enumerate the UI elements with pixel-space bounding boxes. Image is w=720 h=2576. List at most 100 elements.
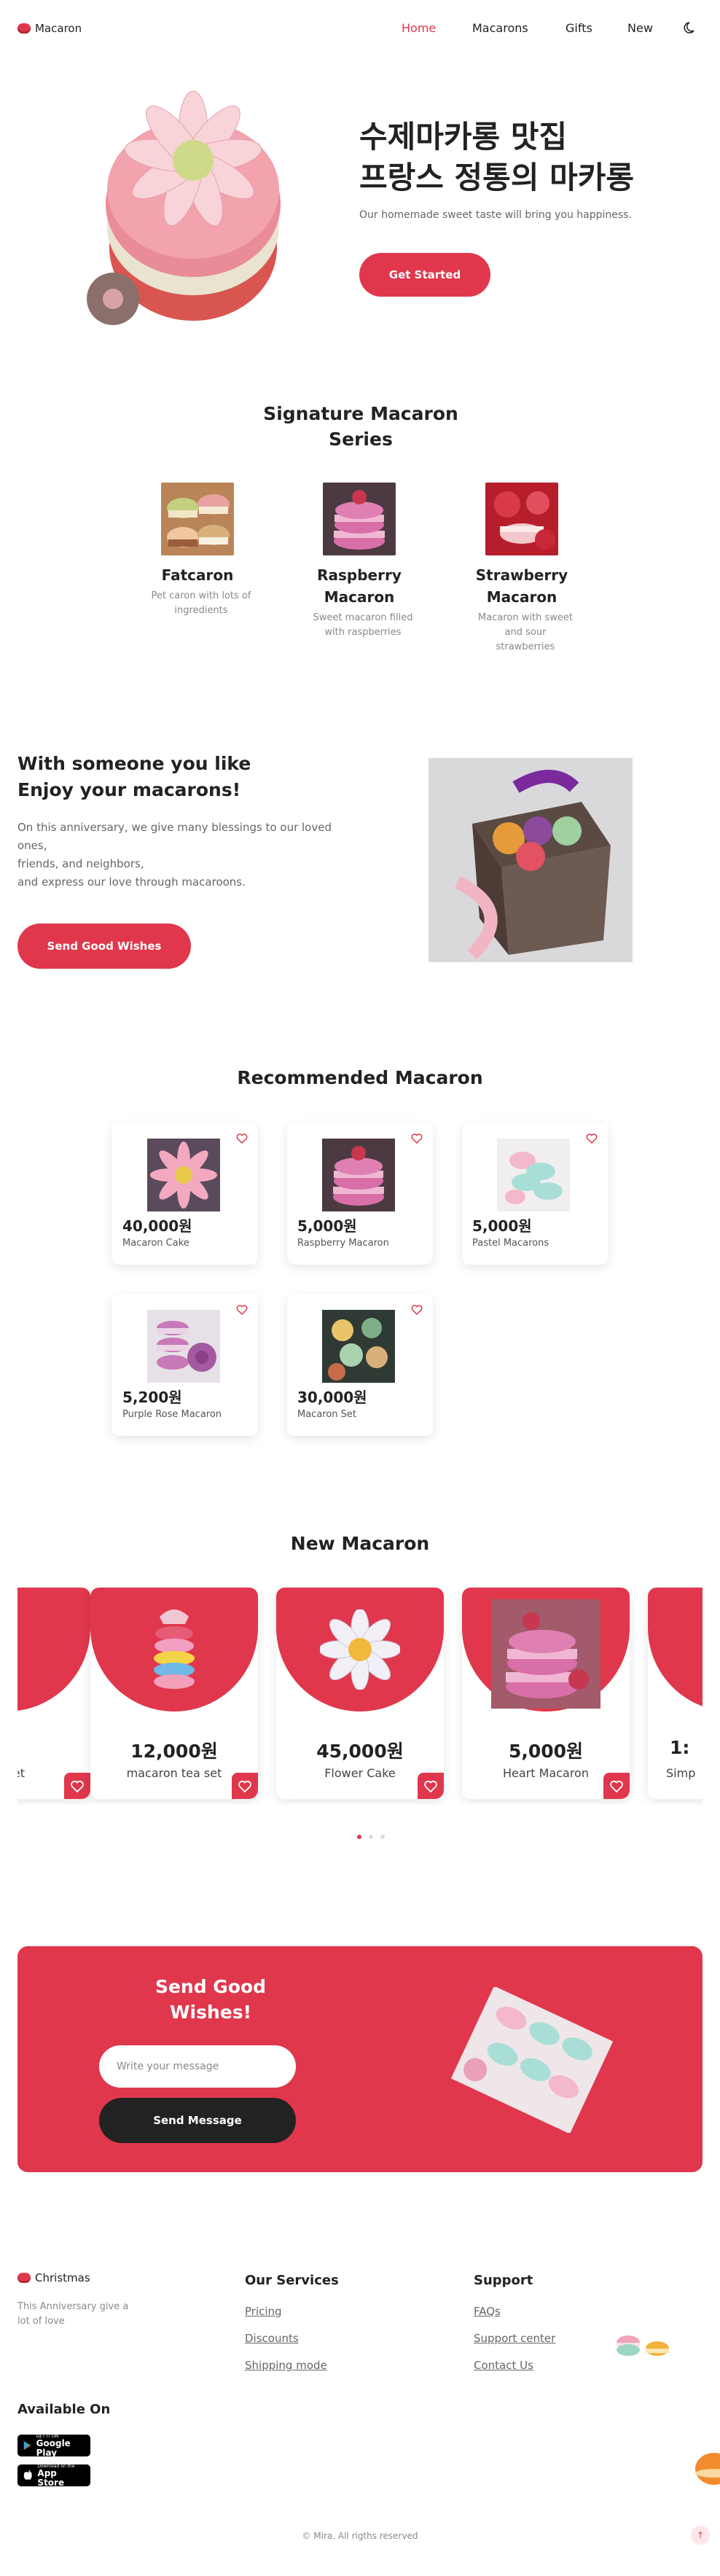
heart-icon[interactable] [411,1304,423,1316]
new-macaron-title: New Macaron [290,1533,430,1554]
product-card[interactable]: 40,000원 Macaron Cake [112,1123,258,1265]
card-accent [17,1588,90,1712]
signature-item-desc: Macaron with sweet and sour strawberries [478,612,573,652]
product-price: 40,000원 [122,1217,192,1235]
heart-icon[interactable] [232,1773,258,1799]
newsletter-title-line-1: Send Good [154,1976,267,1997]
wishes-title-line-2: Enjoy your macarons! [17,779,241,800]
moon-icon[interactable] [684,20,698,35]
app-store-label: App Store [37,2467,65,2488]
signature-item-name: Raspberry Macaron [317,566,402,606]
scroll-up-icon[interactable]: ↑ [691,2526,710,2545]
signature-item-desc: Pet caron with lots of ingredients [151,590,251,616]
signature-item[interactable]: Fatcaron Pet caron with lots of ingredie… [150,483,251,618]
signature-title: Signature Macaron Series [263,403,458,450]
new-product-card[interactable]: 1: Simp [648,1588,703,1799]
wishes-title-line-1: With someone you like [17,753,251,774]
strawberry-macaron-image [485,483,558,555]
macaron-cake-image [147,1139,220,1211]
nav-home[interactable]: Home [402,21,436,35]
copyright: © Mira. All rigths reserved [302,2531,418,2541]
heart-icon[interactable] [411,1133,423,1144]
heart-icon[interactable] [236,1304,248,1316]
footer-link-faqs[interactable]: FAQs [474,2305,501,2318]
new-product-name: Simp [666,1766,696,1780]
signature-item-name: Fatcaron [161,566,234,584]
available-on-title: Available On [17,2402,111,2417]
macaron-tea-set-image [154,1609,195,1689]
pagination-dot-active[interactable] [357,1835,361,1839]
footer-link-support-center[interactable]: Support center [474,2332,555,2345]
signature-item[interactable]: Strawberry Macaron Macaron with sweet and… [474,483,573,655]
nav-new[interactable]: New [627,21,653,35]
footer-link-discounts[interactable]: Discounts [245,2332,299,2345]
new-product-price: 5,000원 [508,1741,584,1762]
heart-icon[interactable] [603,1773,630,1799]
heart-icon[interactable] [586,1133,598,1144]
heart-icon[interactable] [64,1773,90,1799]
macaron-logo-icon [17,2273,31,2283]
signature-item[interactable]: Raspberry Macaron Sweet macaron filled wi… [312,483,412,640]
wishes-text: On this anniversary, we give many blessi… [17,819,353,891]
hero-macaron-image [87,90,281,325]
heart-macaron-image [491,1599,600,1709]
nav-macarons[interactable]: Macarons [472,21,528,35]
footer-logo[interactable]: Christmas [17,2271,90,2284]
wishes-text-line-2: friends, and neighbors, [17,857,144,870]
footer-macarons-image [617,2335,669,2356]
footer-link-shipping[interactable]: Shipping mode [245,2359,327,2372]
footer-link-pricing[interactable]: Pricing [245,2305,282,2318]
new-product-price: 12,000원 [130,1741,218,1762]
hero-title-line-2: 프랑스 정통의 마카롱 [359,160,635,195]
google-play-label: Google Play [36,2438,71,2458]
raspberry-macaron-image [323,483,396,555]
footer-brand-name: Christmas [35,2271,90,2284]
product-price: 5,000원 [472,1217,532,1235]
new-product-card[interactable]: 12,000원 macaron tea set [90,1588,258,1799]
product-name: Purple Rose Macaron [122,1409,222,1420]
footer-description: This Anniversary give a lot of love [17,2301,129,2327]
product-price: 5,000원 [297,1217,357,1235]
hero-title: 수제마카롱 맛집 프랑스 정통의 마카롱 [359,117,634,198]
flower-cake-image [320,1609,400,1690]
send-good-wishes-button[interactable]: Send Good Wishes [17,924,191,969]
app-store-badge[interactable]: Download on the App Store [17,2464,90,2488]
hero-subtitle: Our homemade sweet taste will bring you … [359,209,632,221]
card-accent [648,1588,703,1712]
raspberry-macaron-image [322,1139,395,1211]
heart-icon[interactable] [236,1133,248,1144]
nav-gifts[interactable]: Gifts [566,21,592,35]
heart-icon[interactable] [418,1773,444,1799]
product-card[interactable]: 5,200원 Purple Rose Macaron [112,1294,258,1436]
pagination-dot[interactable] [369,1835,373,1839]
signature-item-name: Strawberry Macaron [475,566,568,606]
brand-logo[interactable]: Macaron [17,22,82,35]
product-name: Macaron Cake [122,1238,189,1249]
new-product-price: 원 [17,1737,90,1763]
services-title: Our Services [245,2273,339,2288]
apple-icon [23,2470,32,2480]
wishes-text-line-3: and express our love through macaroons. [17,875,246,889]
product-card[interactable]: 5,000원 Pastel Macarons [462,1123,608,1265]
product-card[interactable]: 30,000원 Macaron Set [287,1294,433,1436]
send-message-button[interactable]: Send Message [99,2098,296,2143]
floating-macaron-image [695,2453,720,2485]
get-started-button[interactable]: Get Started [359,253,490,297]
wishes-text-line-1: On this anniversary, we give many blessi… [17,821,332,852]
google-play-icon [23,2441,31,2450]
product-name: Macaron Set [297,1409,357,1420]
fatcaron-image [161,483,234,555]
product-card[interactable]: 5,000원 Raspberry Macaron [287,1123,433,1265]
recommended-title: Recommended Macaron [237,1067,483,1088]
new-product-price: 45,000원 [316,1741,404,1762]
new-macaron-carousel[interactable]: 원 on Set 12,000원 macaron tea set [17,1582,703,1804]
message-input[interactable] [99,2045,296,2088]
new-product-card[interactable]: 45,000원 Flower Cake [276,1588,444,1799]
google-play-badge[interactable]: GET IT ON Google Play [17,2434,90,2458]
newsletter-title: Send Good Wishes! [124,1974,297,2025]
pagination-dot[interactable] [380,1835,385,1839]
new-product-card[interactable]: 원 on Set [17,1588,90,1799]
new-product-card[interactable]: 5,000원 Heart Macaron [462,1588,630,1799]
new-product-price: 1: [670,1737,690,1758]
footer-link-contact[interactable]: Contact Us [474,2359,533,2372]
